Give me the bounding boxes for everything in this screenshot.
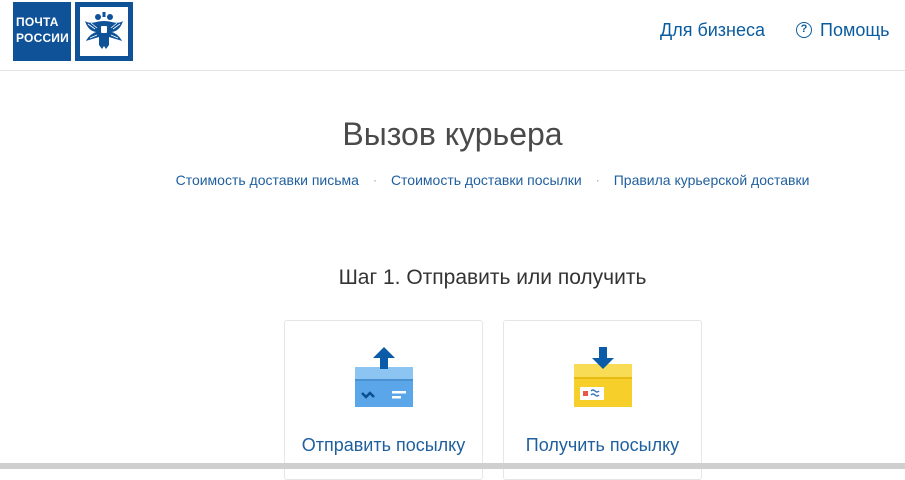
courier-rules-link[interactable]: Правила курьерской доставки xyxy=(614,171,810,189)
page-title: Вызов курьера xyxy=(342,116,563,152)
eagle-emblem-icon xyxy=(80,7,128,56)
receive-parcel-option[interactable]: Получить посылку xyxy=(503,320,702,480)
nav-help-link[interactable]: ? Помощь xyxy=(796,19,890,41)
logo-pochta-rossii[interactable]: ПОЧТА РОССИИ xyxy=(13,2,71,61)
send-parcel-label: Отправить посылку xyxy=(301,435,466,455)
step-title: Шаг 1. Отправить или получить xyxy=(338,266,647,289)
nav-business-link[interactable]: Для бизнеса xyxy=(660,19,765,41)
bottom-scroll-edge xyxy=(0,463,905,469)
site-header: ПОЧТА РОССИИ Для бизнеса ? Помощь xyxy=(0,0,905,71)
parcel-cost-link[interactable]: Стоимость доставки посылки xyxy=(391,171,582,189)
emblem-logo[interactable] xyxy=(75,2,133,61)
receive-parcel-label: Получить посылку xyxy=(525,435,680,455)
logo-line-2: РОССИИ xyxy=(16,31,69,45)
separator-dot: · xyxy=(595,173,600,187)
send-parcel-icon xyxy=(285,347,482,409)
separator-dot: · xyxy=(372,173,377,187)
help-icon: ? xyxy=(796,22,812,38)
receive-parcel-icon xyxy=(504,347,701,409)
send-parcel-option[interactable]: Отправить посылку xyxy=(284,320,483,480)
nav-help-label: Помощь xyxy=(820,20,890,40)
logo-line-1: ПОЧТА xyxy=(16,15,59,29)
letter-cost-link[interactable]: Стоимость доставки письма xyxy=(176,171,359,189)
delivery-links: Стоимость доставки письма · Стоимость до… xyxy=(0,171,905,189)
